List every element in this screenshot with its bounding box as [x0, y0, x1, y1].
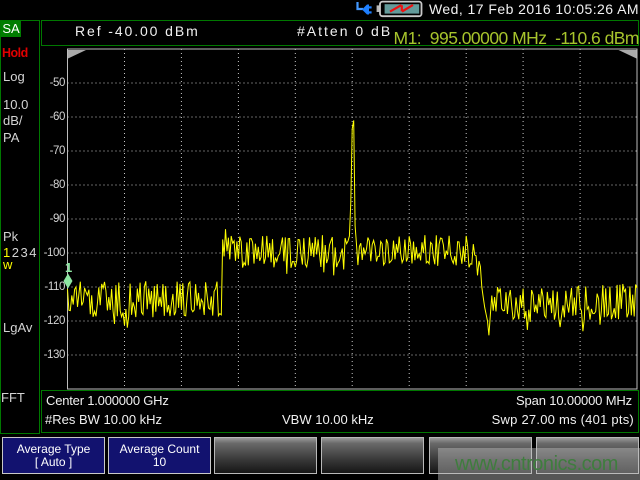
svg-text:1: 1: [65, 260, 72, 275]
